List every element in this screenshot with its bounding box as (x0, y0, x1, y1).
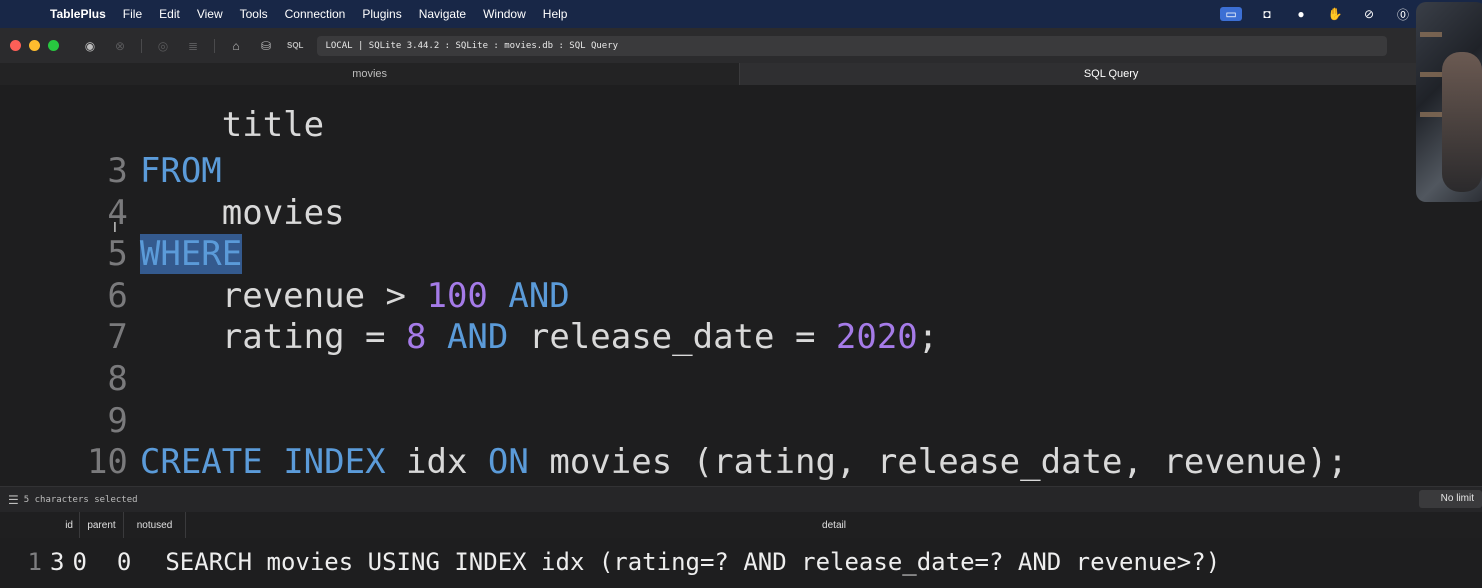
lock-icon[interactable]: ⌂ (227, 38, 245, 54)
database-icon[interactable]: ⛁ (257, 38, 275, 54)
toolbar-divider (141, 38, 142, 53)
screen-share-icon[interactable]: ▭ (1220, 7, 1242, 21)
results-header: id parent notused detail (0, 512, 1482, 538)
apple-icon[interactable] (16, 6, 32, 22)
list-icon[interactable]: ≣ (184, 38, 202, 54)
zoom-window-button[interactable] (48, 40, 59, 51)
menu-navigate[interactable]: Navigate (419, 7, 466, 21)
menu-edit[interactable]: Edit (159, 7, 180, 21)
sql-editor[interactable]: title 3 FROM 4 movies 5 WHERE 6 revenue > … (0, 85, 1482, 486)
close-connection-icon[interactable]: ⊗ (111, 38, 129, 54)
code-token: ON (487, 442, 529, 482)
code-token: idx (385, 442, 488, 482)
code-token: 2020 (835, 317, 918, 357)
webcam-overlay (1416, 2, 1482, 202)
tab-movies[interactable]: movies (0, 63, 741, 85)
toolbar: ◉ ⊗ ◎ ≣ ⌂ ⛁ SQL LOCAL | SQLite 3.44.2 : … (0, 28, 1482, 63)
column-header-notused[interactable]: notused (124, 512, 186, 538)
editor-line-5: 5 WHERE (0, 194, 243, 274)
menu-bar: TablePlus File Edit View Tools Connectio… (0, 0, 1482, 28)
editor-line-4: 4 movies (0, 153, 344, 233)
code-token: AND (426, 317, 509, 357)
grammarly-icon[interactable]: ● (1292, 7, 1310, 21)
connection-status-icon[interactable]: ◉ (81, 38, 99, 54)
hand-icon[interactable]: ✋ (1326, 7, 1344, 21)
menu-status-icons: ▭ ◘ ● ✋ ⊘ ⓪ (1220, 0, 1412, 28)
editor-line-8: 8 (0, 319, 140, 399)
row-number: 1 (27, 548, 42, 576)
code-token: movies (rating, release_date, revenue); (528, 442, 1348, 482)
menu-connection[interactable]: Connection (285, 7, 346, 21)
editor-line-9: 9 (0, 361, 140, 441)
close-window-button[interactable] (10, 40, 21, 51)
eyedropper-icon[interactable]: ⊘ (1360, 7, 1378, 21)
editor-line-7: 7 rating = 8 AND release_date = 2020; (0, 277, 938, 357)
menu-file[interactable]: File (123, 7, 142, 21)
code-token: rating = (139, 317, 406, 357)
sliders-icon[interactable]: ☰ (8, 493, 19, 507)
code-token: ; (917, 317, 939, 357)
menu-app-name[interactable]: TablePlus (50, 7, 106, 21)
minimize-window-button[interactable] (29, 40, 40, 51)
menu-help[interactable]: Help (543, 7, 568, 21)
column-header-detail[interactable]: detail (186, 512, 1482, 538)
toolbar-divider (214, 38, 215, 53)
code-token: 8 (406, 317, 427, 357)
selection-status: 5 characters selected (23, 495, 138, 505)
editor-line-11: 11 (0, 443, 140, 486)
editor-line-10: 10 CREATE INDEX idx ON movies (rating, re… (0, 402, 1348, 482)
row-limit-button[interactable]: No limit (1418, 490, 1482, 508)
tab-bar: movies SQL Query (0, 63, 1482, 85)
editor-line-3: 3 FROM (0, 111, 221, 191)
cell-notused[interactable]: 0 (117, 548, 131, 576)
editor-line-6: 6 revenue > 100 AND (0, 236, 569, 316)
code-token: INDEX (283, 442, 386, 482)
cell-id[interactable]: 3 (50, 548, 64, 576)
menu-view[interactable]: View (197, 7, 223, 21)
menu-tools[interactable]: Tools (240, 7, 268, 21)
window-controls (10, 40, 59, 51)
connection-info-bar[interactable]: LOCAL | SQLite 3.44.2 : SQLite : movies.… (317, 35, 1388, 56)
preview-icon[interactable]: ◎ (154, 38, 172, 54)
camera-icon[interactable]: ◘ (1258, 7, 1276, 21)
table-row[interactable]: 1 3 0 0 SEARCH movies USING INDEX idx (ratin… (0, 540, 1482, 584)
sql-editor-button[interactable]: SQL (287, 41, 303, 50)
cell-detail[interactable]: SEARCH movies USING INDEX idx (rating=? … (165, 548, 1220, 576)
menu-window[interactable]: Window (483, 7, 526, 21)
column-header-parent[interactable]: parent (80, 512, 124, 538)
editor-status-bar: ☰ 5 characters selected No limit (0, 486, 1482, 513)
code-token: release_date = (508, 317, 836, 357)
editor-line-partial: title (0, 85, 324, 145)
code-token: CREATE (139, 442, 263, 482)
onepassword-icon[interactable]: ⓪ (1394, 7, 1412, 22)
cell-parent[interactable]: 0 (72, 548, 86, 576)
tab-sql-query[interactable]: SQL Query (740, 63, 1482, 85)
column-header-id[interactable]: id (0, 512, 80, 538)
menu-plugins[interactable]: Plugins (362, 7, 401, 21)
text-cursor-icon: I (113, 221, 117, 236)
